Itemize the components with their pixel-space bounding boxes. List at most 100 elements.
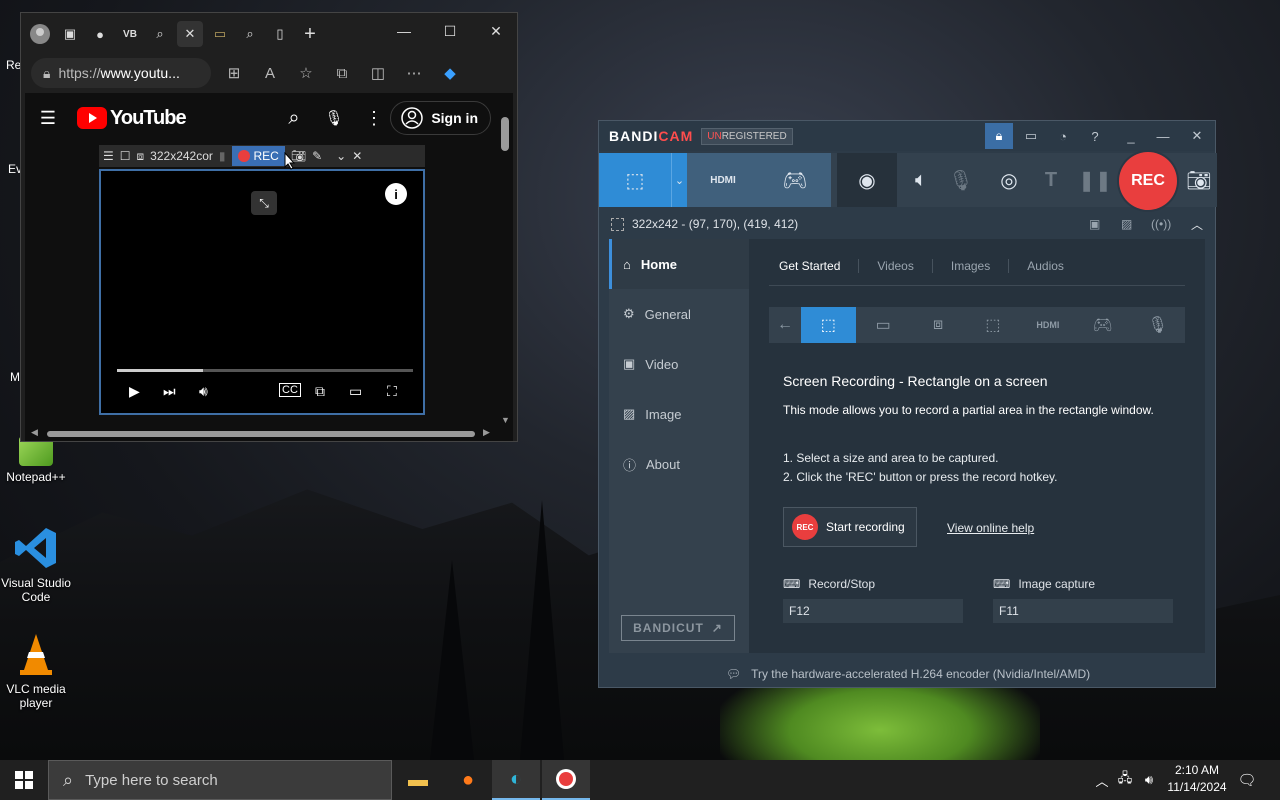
app-available-icon[interactable]: ⊞: [221, 60, 247, 86]
sign-in-button[interactable]: Sign in: [390, 101, 491, 135]
view-online-help-link[interactable]: View online help: [947, 521, 1034, 535]
desktop-icon-vscode[interactable]: Visual Studio Code: [0, 524, 76, 604]
bandicut-button[interactable]: BANDICUT ↗: [621, 615, 735, 641]
record-hotkey-field[interactable]: F12: [783, 599, 963, 623]
tab-get-started[interactable]: Get Started: [779, 259, 860, 273]
desktop-icon-vlc[interactable]: VLC media player: [0, 630, 76, 710]
minimize-icon[interactable]: —: [381, 13, 427, 49]
sidebar-item-image[interactable]: ▨ Image: [609, 389, 749, 439]
minimize-to-tray-icon[interactable]: _: [1117, 123, 1145, 149]
scroll-left-arrow-icon[interactable]: ◀: [31, 427, 38, 438]
sidebar-item-about[interactable]: ⓘ About: [609, 439, 749, 489]
close-tab-icon[interactable]: ✕: [177, 21, 203, 47]
network-icon[interactable]: 🖧︎: [1114, 760, 1136, 800]
game-mode-icon[interactable]: 🎮︎: [759, 153, 831, 207]
back-arrow-icon[interactable]: ←: [769, 307, 801, 343]
video-player[interactable]: ⤡ i ▶ ⏭︎ 🔊︎ CC ⧉ ▭ ⛶: [99, 169, 425, 415]
close-icon[interactable]: ✕: [1183, 123, 1211, 149]
hamburger-menu-icon[interactable]: ☰: [35, 105, 61, 131]
notifications-icon[interactable]: 🗨︎: [1236, 760, 1258, 800]
volume-icon[interactable]: 🔊︎: [199, 383, 208, 400]
fullscreen-mode-icon[interactable]: ▭: [856, 307, 911, 343]
search-icon[interactable]: ⌕: [281, 105, 307, 131]
copilot-icon[interactable]: ◆: [437, 60, 463, 86]
record-settings-icon[interactable]: ▣: [1089, 217, 1100, 231]
microphone-icon[interactable]: 🎙︎: [321, 105, 347, 131]
file-explorer-icon[interactable]: ▬: [394, 760, 442, 800]
hdmi-mode-icon[interactable]: HDMI: [687, 153, 759, 207]
search-tab-icon[interactable]: ⌕: [237, 21, 263, 47]
rectangle-mode-icon[interactable]: ⬚: [599, 153, 671, 207]
close-window-icon[interactable]: ✕: [473, 13, 519, 49]
firefox-icon[interactable]: ●: [444, 760, 492, 800]
split-screen-icon[interactable]: ◫: [365, 60, 391, 86]
game-mode-icon[interactable]: 🎮︎: [1075, 307, 1130, 343]
start-windows-icon[interactable]: [0, 760, 48, 800]
next-icon[interactable]: ⏭︎: [163, 383, 176, 400]
document-tab-icon[interactable]: ▯: [267, 21, 293, 47]
pencil-icon[interactable]: ✎: [312, 149, 322, 163]
youtube-logo[interactable]: YouTube: [77, 107, 187, 130]
maximize-icon[interactable]: ☐: [427, 13, 473, 49]
miniplayer-icon[interactable]: ⧉: [315, 383, 325, 400]
broadcast-icon[interactable]: ((•)): [1151, 217, 1171, 231]
screenshot-camera-icon[interactable]: 📷︎: [1181, 153, 1217, 207]
sidebar-item-home[interactable]: ⌂ Home: [609, 239, 749, 289]
info-icon[interactable]: i: [385, 183, 407, 205]
progress-track[interactable]: [117, 369, 413, 372]
more-options-icon[interactable]: ⋯: [401, 60, 427, 86]
new-tab-icon[interactable]: +: [297, 21, 323, 47]
folder-tab-icon[interactable]: ▭: [207, 21, 233, 47]
webcam-off-icon[interactable]: ◉: [837, 153, 897, 207]
fullscreen-icon[interactable]: ⛶: [387, 383, 397, 400]
scroll-down-arrow-icon[interactable]: ▼: [501, 415, 510, 425]
collapse-chevron-icon[interactable]: ︿: [1191, 216, 1203, 233]
pause-icon[interactable]: ❚❚: [1077, 153, 1113, 207]
show-hidden-icons-chevron-icon[interactable]: ︿: [1092, 760, 1112, 800]
tab-videos[interactable]: Videos: [877, 259, 933, 273]
speaker-icon[interactable]: 🔈︎: [903, 153, 939, 207]
play-icon[interactable]: ▶: [129, 383, 140, 400]
start-recording-button[interactable]: REC Start recording: [783, 507, 917, 547]
volume-icon[interactable]: 🔊︎: [1138, 760, 1160, 800]
area-select-icon[interactable]: [611, 217, 624, 231]
read-aloud-icon[interactable]: A: [257, 60, 283, 86]
chevron-down-icon[interactable]: ⌄: [336, 149, 346, 163]
audio-only-mode-icon[interactable]: 🎙︎: [1130, 307, 1185, 343]
more-vertical-icon[interactable]: ⋮: [361, 105, 387, 131]
tab-images[interactable]: Images: [951, 259, 1010, 273]
tab-actions-icon[interactable]: ▣: [57, 21, 83, 47]
lock-icon[interactable]: 🔒︎: [985, 123, 1013, 149]
size-select-icon[interactable]: ⧈: [137, 149, 145, 164]
bar-rec-button[interactable]: REC: [231, 146, 285, 166]
help-icon[interactable]: ?: [1081, 123, 1109, 149]
cursor-effect-icon[interactable]: ◎: [991, 153, 1027, 207]
unregistered-badge[interactable]: UNREGISTERED: [701, 127, 793, 145]
image-settings-icon[interactable]: ▨: [1121, 217, 1132, 231]
horizontal-scrollbar-thumb[interactable]: [47, 431, 475, 437]
bandicam-taskbar-icon[interactable]: [542, 760, 590, 800]
window-select-icon[interactable]: ☐: [120, 149, 131, 163]
vertical-scrollbar-thumb[interactable]: [501, 117, 509, 151]
taskbar-clock[interactable]: 2:10 AM 11/14/2024: [1160, 762, 1234, 796]
hdmi-device-mode-icon[interactable]: HDMI: [1020, 307, 1075, 343]
menu-icon[interactable]: ☰: [103, 149, 114, 163]
address-bar[interactable]: 🔒︎ https://www.youtu...: [31, 58, 211, 88]
search-tab-icon[interactable]: ⌕: [147, 21, 173, 47]
main-rec-button[interactable]: REC: [1119, 152, 1177, 210]
mode-dropdown-chevron-icon[interactable]: ⌄: [671, 153, 687, 207]
desktop-icon-notepadpp[interactable]: Notepad++: [0, 436, 76, 484]
theater-mode-icon[interactable]: ▭: [349, 383, 362, 400]
text-overlay-icon[interactable]: T: [1033, 153, 1069, 207]
footer-tip[interactable]: 💬︎ Try the hardware-accelerated H.264 enc…: [599, 667, 1217, 681]
taskbar-search-box[interactable]: ⌕ Type here to search: [48, 760, 392, 800]
extensions-icon[interactable]: ⧉: [329, 60, 355, 86]
profile-avatar-icon[interactable]: [27, 21, 53, 47]
rectangle-mode-icon[interactable]: ⬚: [800, 307, 856, 343]
microphone-off-icon[interactable]: 🎙︎: [943, 153, 979, 207]
github-tab-icon[interactable]: ●: [87, 21, 113, 47]
locked-window-mode-icon[interactable]: ⧈: [911, 307, 966, 343]
tab-audios[interactable]: Audios: [1027, 259, 1082, 273]
folder-icon[interactable]: ▭: [1017, 123, 1045, 149]
sidebar-item-video[interactable]: ▣ Video: [609, 339, 749, 389]
